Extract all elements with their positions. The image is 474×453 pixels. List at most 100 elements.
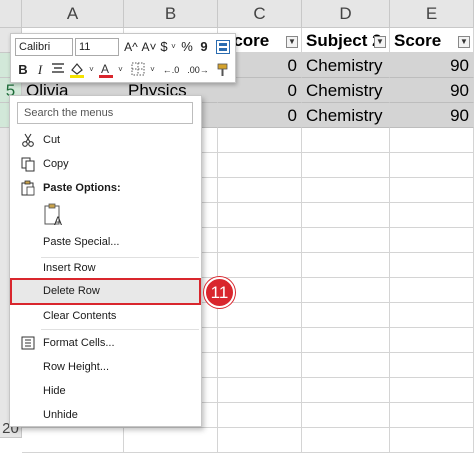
empty-cell[interactable] [302, 128, 390, 153]
menu-search-input[interactable]: Search the menus [17, 102, 193, 124]
svg-text:A: A [101, 62, 109, 76]
column-header-c[interactable]: C [218, 0, 302, 28]
comma-style-button[interactable]: 9 [197, 38, 211, 56]
menu-item-insert-row[interactable]: Insert Row [10, 256, 201, 280]
empty-cell[interactable] [218, 403, 302, 428]
menu-item-label: Unhide [43, 409, 78, 421]
empty-cell[interactable] [390, 403, 474, 428]
menu-item-unhide[interactable]: Unhide [10, 403, 201, 427]
menu-divider [41, 329, 199, 330]
header-label: Subject 2 [306, 31, 382, 50]
empty-cell[interactable] [218, 153, 302, 178]
fill-color-icon[interactable] [68, 61, 86, 79]
header-cell-score-2[interactable]: Score ▼ [390, 28, 474, 53]
empty-cell[interactable] [218, 228, 302, 253]
empty-cell[interactable] [390, 228, 474, 253]
menu-item-label: Row Height... [43, 361, 110, 373]
menu-item-clear-contents[interactable]: Clear Contents [10, 304, 201, 328]
empty-cell[interactable] [390, 353, 474, 378]
align-center-icon[interactable] [50, 61, 66, 79]
format-painter-icon[interactable] [215, 39, 231, 55]
filter-dropdown-icon[interactable]: ▼ [374, 36, 386, 48]
table-cell[interactable]: 0 [218, 103, 302, 128]
font-name-select[interactable]: Calibri [15, 38, 73, 56]
table-cell[interactable]: 90 [390, 78, 474, 103]
increase-decimal-button[interactable]: ←.0 [159, 61, 183, 79]
empty-cell[interactable] [302, 228, 390, 253]
empty-cell[interactable] [302, 328, 390, 353]
menu-item-cut[interactable]: Cut [10, 128, 201, 152]
column-header-e[interactable]: E [390, 0, 474, 28]
empty-cell[interactable] [390, 203, 474, 228]
empty-cell[interactable] [302, 353, 390, 378]
empty-cell[interactable] [22, 428, 124, 453]
empty-cell[interactable] [218, 353, 302, 378]
table-cell[interactable]: Chemistry [302, 103, 390, 128]
table-cell[interactable]: Chemistry [302, 78, 390, 103]
chevron-down-icon[interactable]: ˅ [87, 62, 96, 78]
empty-cell[interactable] [302, 253, 390, 278]
empty-cell[interactable] [390, 253, 474, 278]
chevron-down-icon[interactable]: ˅ [169, 39, 178, 55]
menu-item-label: Insert Row [43, 262, 96, 274]
menu-item-copy[interactable]: Copy [10, 152, 201, 176]
column-header-b[interactable]: B [124, 0, 218, 28]
empty-cell[interactable] [218, 128, 302, 153]
empty-cell[interactable] [302, 203, 390, 228]
empty-cell[interactable] [218, 253, 302, 278]
filter-dropdown-icon[interactable]: ▼ [286, 36, 298, 48]
percent-style-button[interactable]: % [179, 38, 195, 56]
header-label: Score [394, 31, 442, 50]
table-cell[interactable]: Chemistry [302, 53, 390, 78]
empty-cell[interactable] [390, 278, 474, 303]
empty-cell[interactable] [302, 403, 390, 428]
paint-brush-icon[interactable] [215, 62, 231, 80]
menu-item-row-height[interactable]: Row Height... [10, 355, 201, 379]
empty-cell[interactable] [302, 378, 390, 403]
empty-cell[interactable] [390, 428, 474, 453]
chevron-down-icon[interactable]: ˅ [148, 62, 157, 78]
empty-cell[interactable] [218, 428, 302, 453]
italic-button[interactable]: I [33, 61, 47, 79]
empty-cell[interactable] [302, 428, 390, 453]
menu-item-format-cells[interactable]: Format Cells... [10, 331, 201, 355]
currency-format-button[interactable]: $ [159, 38, 169, 56]
empty-cell[interactable] [390, 303, 474, 328]
menu-item-delete-row[interactable]: Delete Row [10, 278, 201, 305]
bold-button[interactable]: B [16, 61, 30, 79]
font-color-icon[interactable]: A [97, 61, 115, 79]
empty-cell[interactable] [302, 278, 390, 303]
decrease-font-size-button[interactable]: A˅ [141, 38, 157, 56]
empty-cell[interactable] [218, 328, 302, 353]
copy-icon [20, 156, 36, 172]
empty-cell[interactable] [218, 303, 302, 328]
select-all-corner[interactable] [0, 0, 22, 28]
empty-cell[interactable] [218, 203, 302, 228]
decrease-decimal-button[interactable]: .00→ [185, 61, 211, 79]
font-size-select[interactable]: 11 [75, 38, 119, 56]
chevron-down-icon[interactable]: ˅ [116, 62, 125, 78]
empty-cell[interactable] [124, 428, 218, 453]
increase-font-size-button[interactable]: A^ [123, 38, 139, 56]
column-header-d[interactable]: D [302, 0, 390, 28]
empty-cell[interactable] [390, 178, 474, 203]
filter-dropdown-icon[interactable]: ▼ [458, 36, 470, 48]
empty-cell[interactable] [390, 128, 474, 153]
empty-cell[interactable] [302, 303, 390, 328]
empty-cell[interactable] [390, 378, 474, 403]
menu-item-paste-special[interactable]: Paste Special... [10, 230, 201, 254]
paste-icon[interactable]: A [43, 203, 65, 228]
borders-icon[interactable] [129, 61, 147, 79]
empty-cell[interactable] [390, 153, 474, 178]
table-cell[interactable]: 90 [390, 103, 474, 128]
svg-text:A: A [54, 214, 62, 227]
header-cell-subject-2[interactable]: Subject 2 ▼ [302, 28, 390, 53]
column-header-a[interactable]: A [22, 0, 124, 28]
table-cell[interactable]: 90 [390, 53, 474, 78]
empty-cell[interactable] [302, 178, 390, 203]
menu-item-hide[interactable]: Hide [10, 379, 201, 403]
empty-cell[interactable] [218, 178, 302, 203]
empty-cell[interactable] [302, 153, 390, 178]
empty-cell[interactable] [218, 378, 302, 403]
empty-cell[interactable] [390, 328, 474, 353]
